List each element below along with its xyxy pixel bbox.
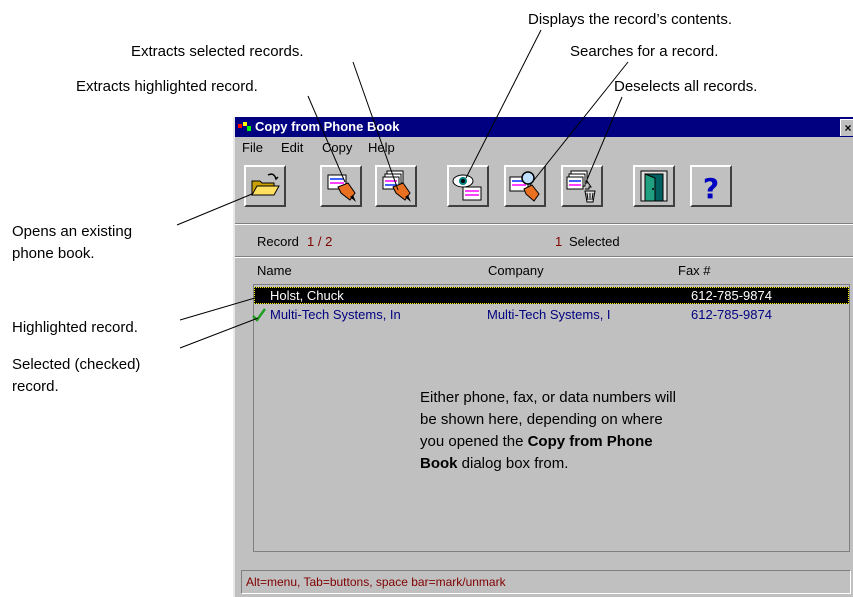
callout-selected-line1: Selected (checked) [12,356,141,373]
row-name: Multi-Tech Systems, In [270,307,401,322]
search-icon [509,171,540,202]
menu-bar: File Edit Copy Help [235,138,853,158]
status-bar-text: Alt=menu, Tab=buttons, space bar=mark/un… [246,575,506,589]
help-button[interactable]: ? [690,165,732,207]
menu-help[interactable]: Help [368,140,395,155]
column-header-fax[interactable]: Fax # [678,263,711,278]
callout-extracts-highlighted: Extracts highlighted record. [76,78,258,95]
callout-searches: Searches for a record. [570,43,719,60]
search-record-button[interactable] [504,165,546,207]
svg-text:?: ? [703,172,719,203]
exit-door-icon [640,170,668,202]
extract-record-icon [327,174,356,202]
callout-opens-line2: phone book. [12,245,95,262]
numbers-note: Either phone, fax, or data numbers will … [420,387,690,475]
column-header-name[interactable]: Name [257,263,292,278]
callout-opens-line1: Opens an existing [12,223,133,240]
extract-multiple-icon [382,170,411,202]
table-row-highlighted[interactable]: Holst, Chuck 612-785-9874 [254,287,849,304]
table-row-selected[interactable]: Multi-Tech Systems, In Multi-Tech System… [252,306,849,323]
record-label: Record [257,234,299,249]
close-button[interactable]: × [840,119,853,136]
toolbar-divider [235,223,853,225]
view-record-button[interactable] [447,165,489,207]
row-name: Holst, Chuck [270,288,344,303]
note-text-end: dialog box from. [457,455,569,472]
help-question-icon: ? [703,172,719,203]
extract-highlighted-button[interactable] [320,165,362,207]
exit-button[interactable] [633,165,675,207]
column-header-company[interactable]: Company [488,263,544,278]
selected-label: Selected [569,234,620,249]
extract-selected-button[interactable] [375,165,417,207]
open-phone-book-button[interactable] [244,165,286,207]
callout-extracts-selected: Extracts selected records. [131,43,304,60]
record-value: 1 / 2 [307,234,333,249]
row-company: Multi-Tech Systems, I [487,307,611,322]
callout-displays: Displays the record’s contents. [528,11,732,28]
menu-copy[interactable]: Copy [322,140,352,155]
selected-count: 1 [555,234,563,249]
menu-file[interactable]: File [242,140,263,155]
callout-selected-line2: record. [12,378,59,395]
deselect-all-button[interactable] [561,165,603,207]
app-icon [238,122,251,131]
menu-edit[interactable]: Edit [281,140,303,155]
checkmark-icon [252,308,266,322]
row-fax: 612-785-9874 [691,288,772,303]
callout-deselects: Deselects all records. [614,78,758,95]
window-title: Copy from Phone Book [255,119,400,134]
status-bar: Alt=menu, Tab=buttons, space bar=mark/un… [241,570,851,594]
callout-highlighted-record: Highlighted record. [12,319,138,336]
deselect-trash-icon [566,170,596,203]
open-folder-icon [251,173,280,196]
title-bar[interactable]: Copy from Phone Book × [235,117,853,137]
row-fax: 612-785-9874 [691,307,772,322]
status-divider [235,256,853,258]
copy-from-phone-book-window: Copy from Phone Book × File Edit Copy He… [233,117,853,597]
eye-view-icon [452,174,482,201]
